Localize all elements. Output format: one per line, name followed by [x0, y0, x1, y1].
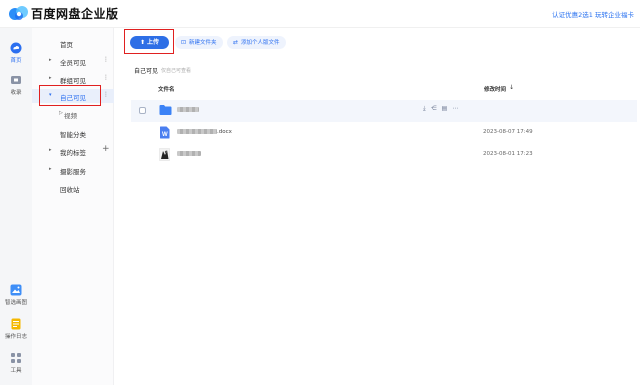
rail-item-tools[interactable]: 工具: [0, 352, 32, 374]
nav-item-photo-service[interactable]: ▸ 摄影服务: [32, 163, 114, 177]
more-vertical-icon[interactable]: ⋮: [103, 91, 109, 98]
left-rail: 首页 收录 智选画图 操作日志 工具: [0, 28, 32, 385]
column-header-name[interactable]: 文件名: [158, 85, 175, 93]
expand-arrow-icon[interactable]: ▸: [49, 147, 52, 153]
add-personal-file-button[interactable]: ⇄ 添加个人版文件: [227, 36, 286, 49]
image-ai-icon: [10, 284, 22, 296]
promo-link[interactable]: 认证优惠2选1 玩转企业福卡: [552, 9, 634, 19]
table-row[interactable]: W .docx 2023-08-07 17:49: [131, 122, 637, 144]
more-vertical-icon[interactable]: ⋮: [103, 74, 109, 81]
nav-label: 智能分类: [60, 131, 86, 139]
brand-title: 百度网盘企业版: [31, 7, 119, 21]
upload-label: 上传: [147, 39, 160, 46]
new-folder-icon: ⊡: [181, 39, 187, 46]
redacted-name: [177, 107, 199, 112]
log-icon: [11, 318, 21, 330]
share-icon[interactable]: ⋲: [431, 105, 437, 112]
more-icon[interactable]: ⋯: [452, 105, 458, 112]
page-subtitle: 仅自己可查看: [161, 68, 192, 74]
new-folder-label: 新建文件夹: [189, 40, 217, 46]
download-icon[interactable]: ⤓: [423, 105, 426, 112]
row-actions: ⤓ ⋲ ▤ ⋯: [423, 105, 463, 113]
rail-item-ai-image[interactable]: 智选画图: [0, 284, 32, 306]
word-doc-icon: W: [160, 126, 170, 139]
rail-label-collect: 收录: [10, 90, 22, 96]
nav-label: 群组可见: [60, 77, 86, 85]
nav-label: 首页: [60, 41, 73, 49]
add-tag-icon[interactable]: +: [102, 144, 110, 154]
rail-label-home: 首页: [10, 58, 22, 64]
rail-label-ai-image: 智选画图: [4, 300, 27, 306]
rail-label-tools: 工具: [10, 368, 22, 374]
nav-item-recycle-bin[interactable]: 回收站: [32, 181, 114, 195]
nav-item-group-visible[interactable]: ▸ 群组可见 ⋮: [32, 72, 114, 86]
redacted-name: [177, 129, 217, 134]
svg-text:W: W: [162, 132, 168, 138]
new-folder-button[interactable]: ⊡ 新建文件夹: [175, 36, 223, 49]
expand-arrow-icon[interactable]: ▸: [49, 75, 52, 81]
nav-panel: 首页 ▸ 全员可见 ⋮ ▸ 群组可见 ⋮ ▾ 自己可见 ⋮ ▷ 视频 智能分类 …: [32, 28, 114, 385]
rail-item-collect[interactable]: 收录: [0, 74, 32, 96]
tools-grid-icon: [11, 353, 21, 363]
sort-desc-icon[interactable]: ↓: [509, 84, 514, 91]
nav-item-my-tags[interactable]: ▸ 我的标签 +: [32, 144, 114, 158]
expand-arrow-icon[interactable]: ▸: [49, 166, 52, 172]
transfer-icon: ⇄: [233, 39, 239, 46]
page-title: 自己可见: [134, 68, 159, 75]
file-name[interactable]: .docx: [177, 129, 232, 135]
highlight-box-self-visible: [39, 85, 101, 106]
nav-label: 全员可见: [60, 59, 86, 67]
file-name[interactable]: [177, 151, 201, 157]
nav-label: 摄影服务: [60, 168, 86, 176]
rail-item-log[interactable]: 操作日志: [0, 318, 32, 340]
nav-label: 我的标签: [60, 149, 86, 157]
nav-label: 回收站: [60, 186, 80, 194]
folder-icon: [159, 105, 172, 115]
nav-label: 视频: [64, 112, 77, 120]
image-thumb-icon: [159, 148, 170, 161]
more-vertical-icon[interactable]: ⋮: [103, 56, 109, 63]
top-header: 百度网盘企业版 认证优惠2选1 玩转企业福卡: [0, 0, 640, 28]
upload-icon: ⬆: [139, 39, 145, 46]
rail-item-home[interactable]: 首页: [0, 42, 32, 64]
file-modified-time: 2023-08-07 17:49: [483, 129, 533, 135]
upload-button[interactable]: ⬆ 上传: [130, 36, 169, 49]
collect-icon: [11, 76, 21, 84]
play-icon: ▷: [59, 110, 63, 116]
cloud-home-icon: [10, 42, 22, 54]
file-name[interactable]: [177, 107, 199, 113]
nav-item-home[interactable]: 首页: [32, 36, 114, 50]
row-checkbox[interactable]: [139, 107, 146, 114]
nav-item-video[interactable]: ▷ 视频: [32, 107, 114, 121]
table-row[interactable]: ⤓ ⋲ ▤ ⋯: [131, 100, 637, 122]
add-personal-label: 添加个人版文件: [241, 40, 280, 46]
file-extension: .docx: [217, 129, 232, 135]
rail-label-log: 操作日志: [4, 334, 27, 340]
expand-arrow-icon[interactable]: ▸: [49, 57, 52, 63]
redacted-name: [177, 151, 201, 156]
file-modified-time: 2023-08-01 17:23: [483, 151, 533, 157]
nav-item-smart-category[interactable]: 智能分类: [32, 126, 114, 140]
baidu-netdisk-logo[interactable]: [8, 5, 30, 21]
copy-link-icon[interactable]: ▤: [442, 105, 448, 112]
table-row[interactable]: 2023-08-01 17:23: [131, 144, 637, 166]
nav-item-all-visible[interactable]: ▸ 全员可见 ⋮: [32, 54, 114, 68]
column-header-time[interactable]: 修改时间: [484, 85, 506, 93]
